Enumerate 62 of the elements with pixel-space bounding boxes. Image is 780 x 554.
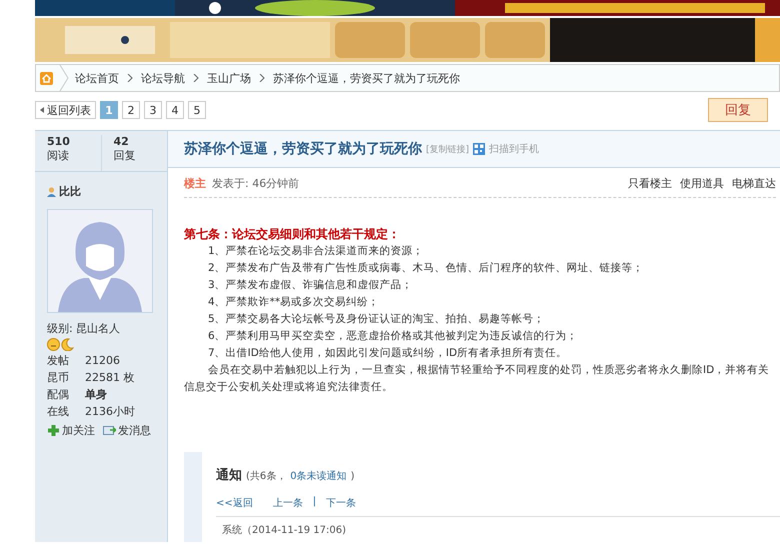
field-value: 22581 枚 [85,370,136,385]
page-button[interactable]: 2 [122,101,140,119]
notice-count: (共6条， [246,470,286,483]
chevron-icon [193,74,199,82]
qr-code-icon[interactable] [473,143,486,155]
field-label: 在线 [47,404,70,419]
stat-value: 42 [114,135,130,148]
field-label: 发帖 [47,353,70,368]
smiley-icon [47,338,60,351]
next-link[interactable]: 下一条 [326,496,356,510]
plus-icon [47,425,60,436]
home-icon[interactable] [40,72,53,84]
moon-icon [61,338,74,351]
field-value: 21206 [85,353,121,368]
rule-item: 7、出借ID给他人使用，如因此引发问题或纠纷，ID所有者承担所有责任。 [207,346,568,361]
rule-item: 1、严禁在论坛交易非合法渠道而来的资源； [207,244,425,259]
chevron-icon [127,74,133,82]
breadcrumb-link[interactable]: 玉山广场 [207,70,251,86]
post-time: 发表于: 46分钟前 [212,176,300,191]
back-arrow-icon [40,107,44,113]
rule-item: 2、严禁发布广告及带有广告性质或病毒、木马、色情、后门程序的软件、网址、链接等； [207,261,645,276]
stat-label: 回复 [114,148,136,163]
notice-title: 通知 [216,467,242,484]
field-value: 2136小时 [85,404,136,419]
stat-value: 510 [47,135,71,148]
stat-label: 阅读 [47,148,70,163]
user-icon [47,186,56,196]
breadcrumb-link[interactable]: 论坛导航 [141,70,185,86]
user-level: 级别: 昆山名人 [47,321,122,336]
rule-heading: 第七条：论坛交易细则和其他若干规定： [184,226,401,243]
post-tool-link[interactable]: 使用道具 [680,176,724,191]
breadcrumb-link[interactable]: 论坛首页 [75,70,119,86]
message-icon [103,425,116,436]
field-value: 单身 [85,387,108,402]
page-button[interactable]: 3 [144,101,162,119]
previous-link[interactable]: 上一条 [272,496,303,510]
notice-count-close: ) [350,471,355,482]
rule-item: 4、严禁欺诈**易或多次交易纠纷； [207,295,380,310]
field-label: 昆币 [47,370,70,385]
page-button[interactable]: 5 [188,101,206,119]
notice-sender: 系统（2014-11-19 17:06) [222,524,348,537]
op-label: 楼主 [184,176,206,191]
post-tool-link[interactable]: 电梯直达 [732,176,776,191]
reply-button[interactable]: 回复 [708,98,768,122]
rule-item: 6、严禁利用马甲买空卖空，恶意虚抬价格或其他被判定为违反诚信的行为； [207,329,579,344]
back-link[interactable]: <<返回 [216,496,253,510]
post-tool-link[interactable]: 只看楼主 [628,176,672,191]
thread-title: 苏泽你个逗逼，劳资买了就为了玩死你 [184,140,422,158]
rule-paragraph: 会员在交易中若触犯以上行为，一旦查实，根据情节轻重给予不同程度的处罚，性质恶劣者将永久删除ID，并将有关信息交于公安机关处理或将追究法律责任。 [184,363,770,395]
rule-item: 3、严禁发布虚假、诈骗信息和虚假产品； [207,278,414,293]
message-link[interactable]: 发消息 [103,423,151,438]
field-label: 配偶 [47,387,70,402]
author-name[interactable]: 比比 [59,184,81,199]
rule-item: 5、严禁交易各大论坛帐号及身份证认证的淘宝、拍拍、易趣等帐号； [207,312,546,327]
unread-link[interactable]: 0条未读通知 [290,469,347,483]
page-button[interactable]: 4 [166,101,184,119]
chevron-icon [259,74,265,82]
back-to-list-button[interactable]: 返回列表 [35,101,96,119]
follow-link[interactable]: 加关注 [47,423,95,438]
link-separator: | [312,496,316,509]
avatar-icon[interactable] [47,209,153,313]
breadcrumb-link[interactable]: 苏泽你个逗逼，劳资买了就为了玩死你 [273,70,460,86]
